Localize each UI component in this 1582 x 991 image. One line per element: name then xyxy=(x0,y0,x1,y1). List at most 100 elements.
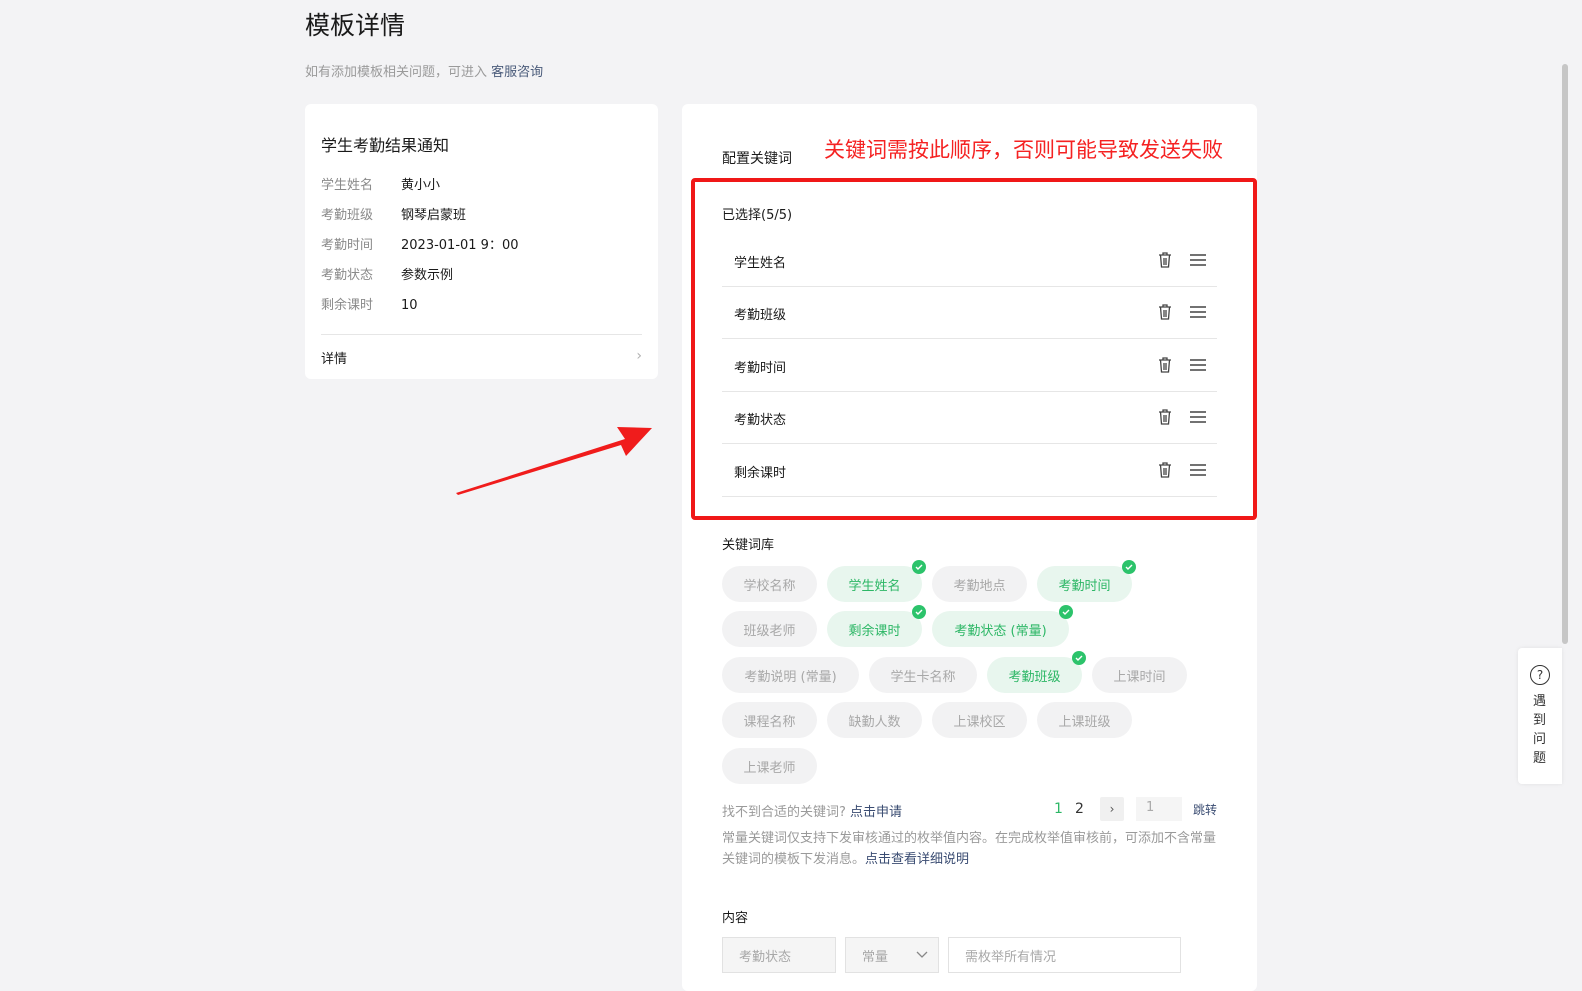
keyword-library-title: 关键词库 xyxy=(722,538,775,553)
selected-keyword-row[interactable]: 考勤班级 xyxy=(722,287,1217,339)
keyword-chip-label: 考勤时间 xyxy=(1058,578,1111,594)
customer-service-link[interactable]: 客服咨询 xyxy=(491,65,543,80)
check-icon xyxy=(1122,560,1136,574)
keyword-chip[interactable]: 考勤状态 (常量) xyxy=(932,605,1073,647)
check-icon xyxy=(1072,651,1086,665)
content-type-select[interactable]: 常量 xyxy=(845,937,939,973)
preview-field-label: 考勤时间 xyxy=(321,238,374,253)
help-text: 遇到问题 xyxy=(1533,694,1547,766)
page-2-button[interactable]: 2 xyxy=(1075,801,1084,817)
detail-explanation-link[interactable]: 点击查看详细说明 xyxy=(865,852,969,867)
config-keywords-label: 配置关键词 xyxy=(722,151,792,167)
keyword-chip[interactable]: 考勤说明 (常量) xyxy=(722,657,859,693)
preview-field-value: 10 xyxy=(401,298,418,313)
enum-values-input[interactable]: 需枚举所有情况 xyxy=(948,937,1181,973)
subtitle-text: 如有添加模板相关问题，可进入 xyxy=(305,65,488,80)
page-jump-input[interactable]: 1 xyxy=(1136,797,1182,821)
selected-keyword-label: 剩余课时 xyxy=(734,466,787,481)
preview-field-label: 学生姓名 xyxy=(321,178,374,193)
drag-handle-icon[interactable] xyxy=(1189,356,1207,374)
preview-field-label: 剩余课时 xyxy=(321,298,374,313)
constant-keyword-note: 常量关键词仅支持下发审核通过的枚举值内容。在完成枚举值审核前，可添加不含常量关键… xyxy=(722,828,1217,870)
preview-field-label: 考勤班级 xyxy=(321,208,374,223)
page-1-button[interactable]: 1 xyxy=(1054,801,1063,817)
keyword-chip-label: 学校名称 xyxy=(743,578,796,594)
keyword-chip[interactable]: 上课校区 xyxy=(932,702,1027,738)
keyword-chip[interactable]: 学生卡名称 xyxy=(869,657,977,693)
keyword-chip-label: 上课老师 xyxy=(743,760,796,776)
content-section-title: 内容 xyxy=(722,911,749,926)
drag-handle-icon[interactable] xyxy=(1189,461,1207,479)
keyword-chip[interactable]: 考勤班级 xyxy=(987,651,1086,693)
keyword-chip-label: 考勤状态 (常量) xyxy=(954,623,1047,639)
keyword-chip-label: 上课时间 xyxy=(1113,669,1166,685)
selected-keyword-row[interactable]: 考勤状态 xyxy=(722,392,1217,444)
trash-icon[interactable] xyxy=(1156,408,1174,426)
preview-field-label: 考勤状态 xyxy=(321,268,374,283)
selected-keyword-label: 考勤状态 xyxy=(734,413,787,428)
keyword-chip-label: 学生卡名称 xyxy=(890,669,956,685)
keyword-chip-label: 上课班级 xyxy=(1058,714,1111,730)
keyword-chip[interactable]: 缺勤人数 xyxy=(827,702,922,738)
check-icon xyxy=(1059,605,1073,619)
selected-keyword-row[interactable]: 学生姓名 xyxy=(722,235,1217,287)
page-jump-button[interactable]: 跳转 xyxy=(1193,801,1217,818)
preview-field-value: 2023-01-01 9：00 xyxy=(401,238,519,253)
keyword-chip[interactable]: 考勤时间 xyxy=(1037,560,1136,602)
divider xyxy=(321,334,642,335)
selected-count-title: 已选择(5/5) xyxy=(722,208,793,223)
keyword-chip[interactable]: 课程名称 xyxy=(722,702,817,738)
keyword-chip-label: 考勤地点 xyxy=(953,578,1006,594)
help-widget[interactable]: ? 遇到问题 xyxy=(1518,648,1562,784)
keyword-chip[interactable]: 学校名称 xyxy=(722,566,817,602)
apply-keyword-link[interactable]: 点击申请 xyxy=(850,805,902,820)
trash-icon[interactable] xyxy=(1156,356,1174,374)
preview-field-value: 钢琴启蒙班 xyxy=(401,208,467,223)
keyword-chip[interactable]: 上课班级 xyxy=(1037,702,1132,738)
keyword-chip[interactable]: 上课老师 xyxy=(722,748,817,784)
cant-find-label: 找不到合适的关键词? xyxy=(722,805,846,820)
keyword-chip-label: 剩余课时 xyxy=(848,623,901,639)
trash-icon[interactable] xyxy=(1156,303,1174,321)
preview-field: 考勤状态 参数示例 xyxy=(321,264,453,283)
annotation-arrow-icon xyxy=(456,427,652,495)
preview-field: 考勤时间 2023-01-01 9：00 xyxy=(321,234,519,253)
order-warning-text: 关键词需按此顺序，否则可能导致发送失败 xyxy=(824,138,1223,162)
trash-icon[interactable] xyxy=(1156,461,1174,479)
keyword-chip[interactable]: 学生姓名 xyxy=(827,560,926,602)
selected-keyword-row[interactable]: 剩余课时 xyxy=(722,445,1217,497)
drag-handle-icon[interactable] xyxy=(1189,303,1207,321)
question-icon: ? xyxy=(1530,665,1550,685)
preview-field-value: 黄小小 xyxy=(401,178,441,193)
trash-icon[interactable] xyxy=(1156,251,1174,269)
next-page-button[interactable]: › xyxy=(1100,797,1124,821)
selected-keyword-row[interactable]: 考勤时间 xyxy=(722,340,1217,392)
keyword-chip-label: 上课校区 xyxy=(953,714,1006,730)
drag-handle-icon[interactable] xyxy=(1189,408,1207,426)
preview-title: 学生考勤结果通知 xyxy=(321,136,450,155)
content-type-value: 常量 xyxy=(862,949,889,965)
content-field-name: 考勤状态 xyxy=(722,937,836,973)
chevron-right-icon[interactable]: › xyxy=(636,348,642,364)
drag-handle-icon[interactable] xyxy=(1189,251,1207,269)
keyword-chip[interactable]: 考勤地点 xyxy=(932,566,1027,602)
detail-link[interactable]: 详情 xyxy=(321,348,347,367)
preview-field: 剩余课时 10 xyxy=(321,294,418,313)
keyword-chip-label: 班级老师 xyxy=(743,623,796,639)
keyword-chip-label: 学生姓名 xyxy=(848,578,901,594)
keyword-chip-label: 考勤说明 (常量) xyxy=(744,669,837,685)
keyword-chip-label: 课程名称 xyxy=(743,714,796,730)
chevron-right-icon: › xyxy=(1109,802,1115,816)
chevron-down-icon xyxy=(916,951,928,958)
page-title: 模板详情 xyxy=(305,11,406,40)
check-icon xyxy=(912,560,926,574)
page-subtitle: 如有添加模板相关问题，可进入 客服咨询 xyxy=(305,61,543,80)
check-icon xyxy=(912,605,926,619)
keyword-chip[interactable]: 上课时间 xyxy=(1092,657,1187,693)
scrollbar[interactable] xyxy=(1562,64,1568,644)
keyword-chip[interactable]: 班级老师 xyxy=(722,611,817,647)
keyword-chip[interactable]: 剩余课时 xyxy=(827,605,926,647)
keyword-chip-label: 缺勤人数 xyxy=(848,714,901,730)
cant-find-text: 找不到合适的关键词? 点击申请 xyxy=(722,801,902,820)
preview-field: 学生姓名 黄小小 xyxy=(321,174,440,193)
